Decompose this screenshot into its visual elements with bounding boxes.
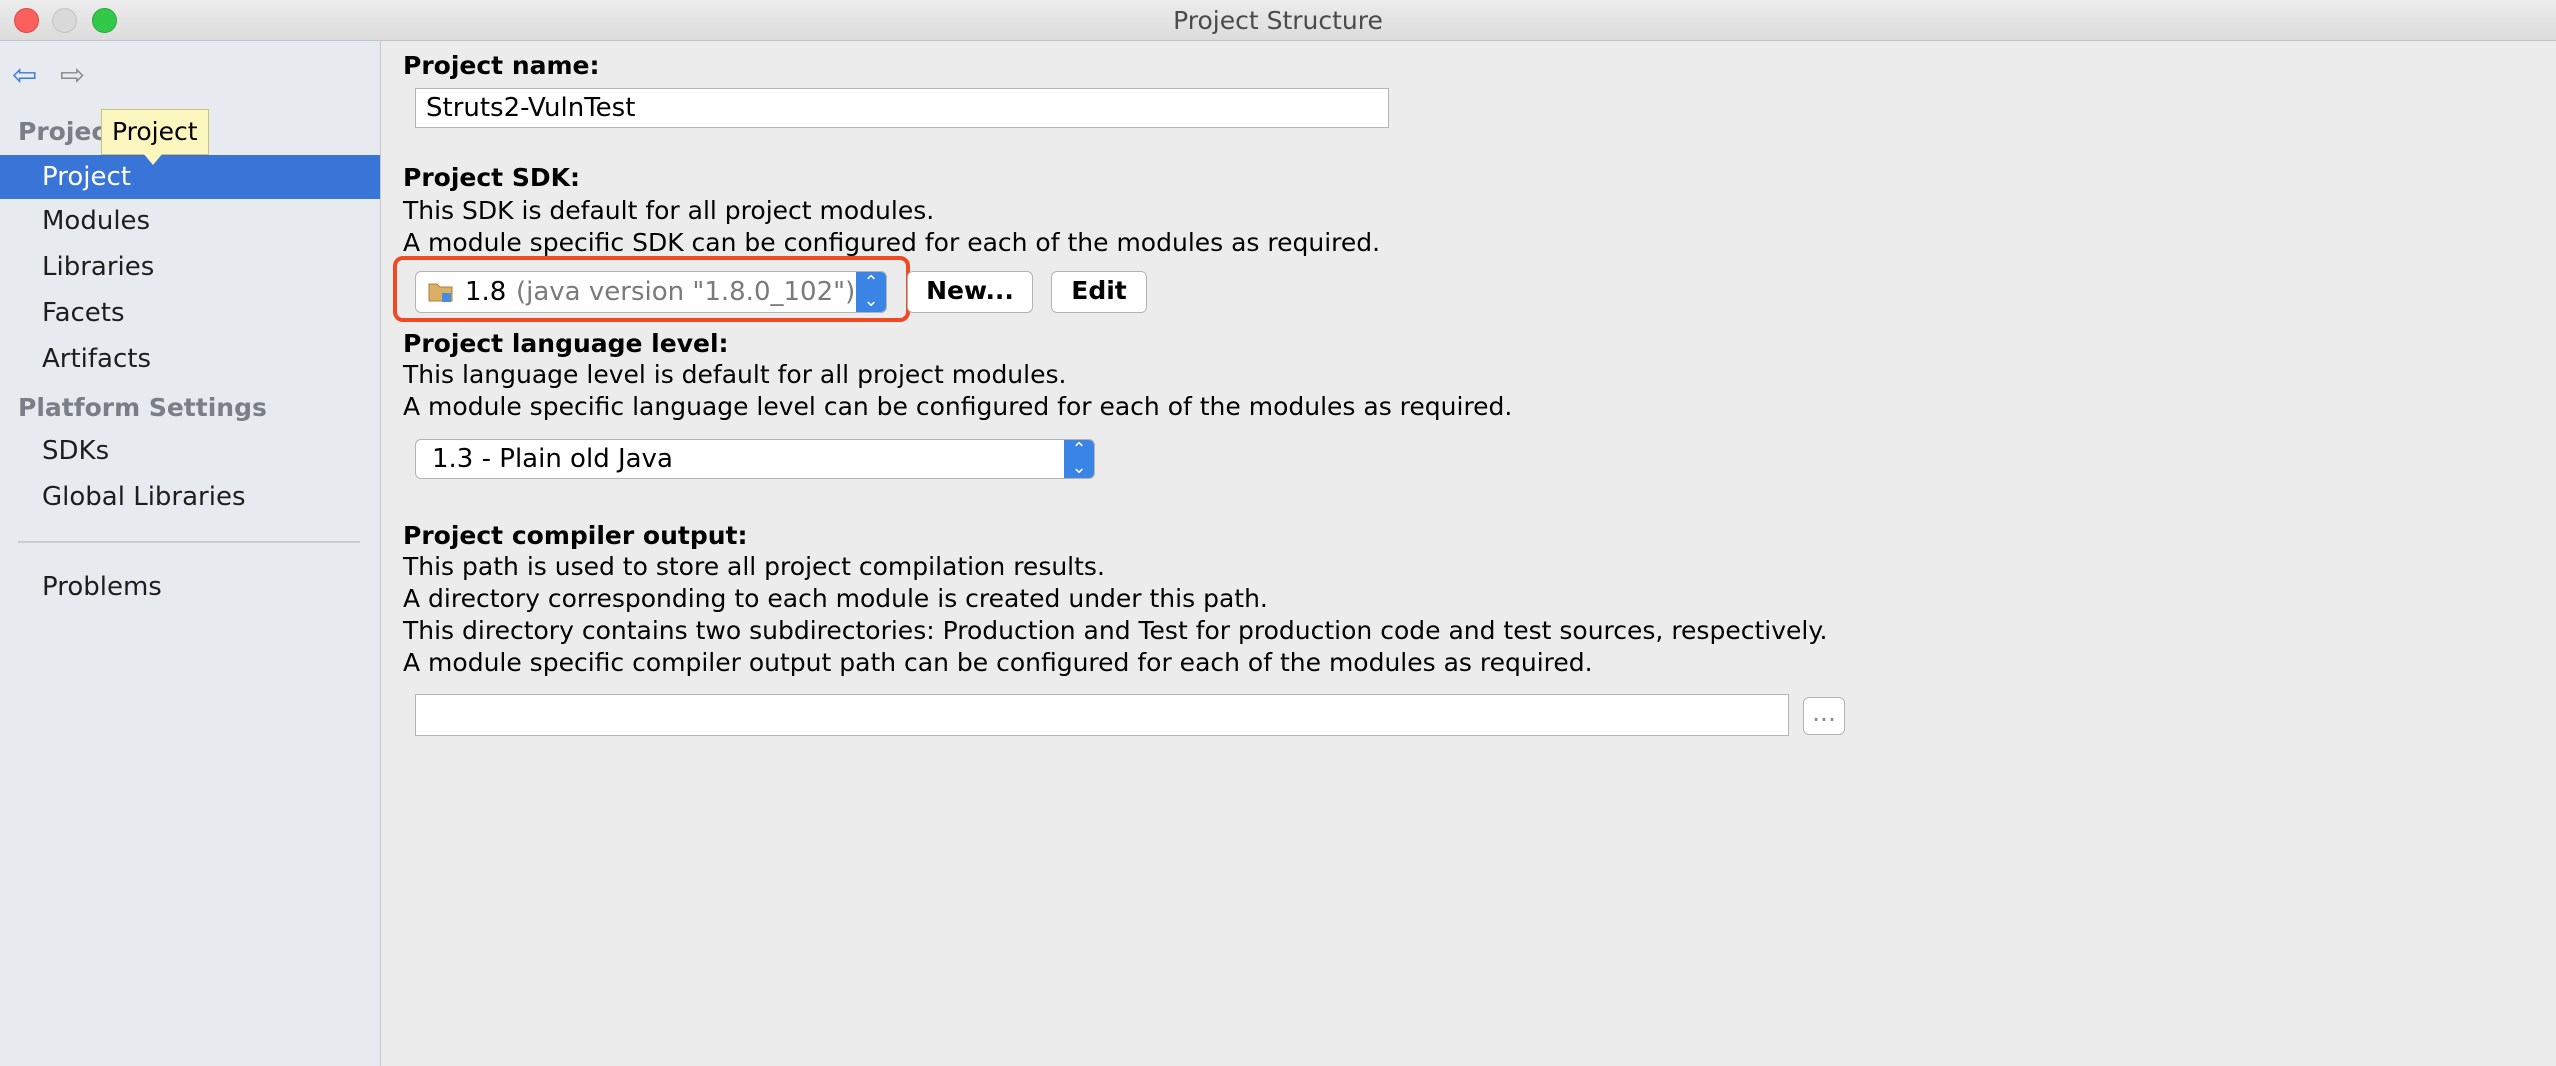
project-settings-panel: Project name: Struts2-VulnTest Project S… xyxy=(381,41,2556,1066)
window-title: Project Structure xyxy=(1173,6,1383,35)
arrow-right-icon[interactable]: ⇨ xyxy=(60,58,85,93)
project-sdk-description-1: This SDK is default for all project modu… xyxy=(403,196,935,225)
sdk-new-button[interactable]: New... xyxy=(907,271,1033,313)
project-sdk-description-2: A module specific SDK can be configured … xyxy=(403,228,1381,257)
language-level-value: 1.3 - Plain old Java xyxy=(432,444,673,474)
sidebar-item-global-libraries[interactable]: Global Libraries xyxy=(0,475,380,519)
sidebar-item-problems[interactable]: Problems xyxy=(0,565,380,609)
sidebar-item-label: Problems xyxy=(42,572,162,602)
compiler-output-description-4: A module specific compiler output path c… xyxy=(403,648,1593,677)
sidebar-item-label: SDKs xyxy=(42,436,110,466)
sidebar-item-project[interactable]: Project xyxy=(0,155,380,199)
sidebar-item-label: Libraries xyxy=(42,252,155,282)
project-sdk-label: Project SDK: xyxy=(403,163,580,192)
sidebar-item-label: Project xyxy=(42,162,131,192)
tooltip: Project xyxy=(101,109,209,155)
sidebar-item-label: Modules xyxy=(42,206,151,236)
tooltip-pointer xyxy=(143,153,163,165)
project-name-label: Project name: xyxy=(403,51,600,80)
sidebar-item-libraries[interactable]: Libraries xyxy=(0,245,380,289)
compiler-output-description-2: A directory corresponding to each module… xyxy=(403,584,1268,613)
sidebar-item-facets[interactable]: Facets xyxy=(0,291,380,335)
sidebar: ⇦ ⇨ Projec s Project Modules Libraries F… xyxy=(0,41,381,1066)
sidebar-item-sdks[interactable]: SDKs xyxy=(0,429,380,473)
project-structure-window: Project Structure ⇦ ⇨ Projec s Project M… xyxy=(0,0,2556,1066)
browse-button[interactable]: ... xyxy=(1803,697,1845,735)
chevron-up-down-icon: ⌃ ⌄ xyxy=(856,272,886,312)
language-level-label: Project language level: xyxy=(403,329,729,358)
compiler-output-description-1: This path is used to store all project c… xyxy=(403,552,1105,581)
title-bar: Project Structure xyxy=(0,0,2556,41)
sidebar-item-label: Global Libraries xyxy=(42,482,246,512)
arrow-left-icon[interactable]: ⇦ xyxy=(12,58,37,93)
sdk-edit-button[interactable]: Edit xyxy=(1051,271,1147,313)
folder-icon xyxy=(428,279,454,302)
sidebar-divider xyxy=(18,541,360,543)
sdk-detail: (java version "1.8.0_102") xyxy=(516,277,856,307)
project-name-input[interactable]: Struts2-VulnTest xyxy=(415,88,1389,128)
language-level-description-1: This language level is default for all p… xyxy=(403,360,1067,389)
language-level-select[interactable]: 1.3 - Plain old Java ⌃ ⌄ xyxy=(415,439,1095,479)
sidebar-item-modules[interactable]: Modules xyxy=(0,199,380,243)
sdk-version: 1.8 xyxy=(465,277,507,307)
language-level-description-2: A module specific language level can be … xyxy=(403,392,1513,421)
compiler-output-label: Project compiler output: xyxy=(403,521,748,550)
group-platform-settings: Platform Settings xyxy=(18,393,267,422)
sidebar-item-label: Facets xyxy=(42,298,125,328)
sidebar-item-label: Artifacts xyxy=(42,344,152,374)
sidebar-item-artifacts[interactable]: Artifacts xyxy=(0,337,380,381)
project-sdk-select[interactable]: 1.8 (java version "1.8.0_102") ⌃ ⌄ xyxy=(415,271,887,313)
compiler-output-path-input[interactable] xyxy=(415,694,1789,736)
compiler-output-description-3: This directory contains two subdirectori… xyxy=(403,616,1828,645)
chevron-up-down-icon: ⌃ ⌄ xyxy=(1064,440,1094,478)
